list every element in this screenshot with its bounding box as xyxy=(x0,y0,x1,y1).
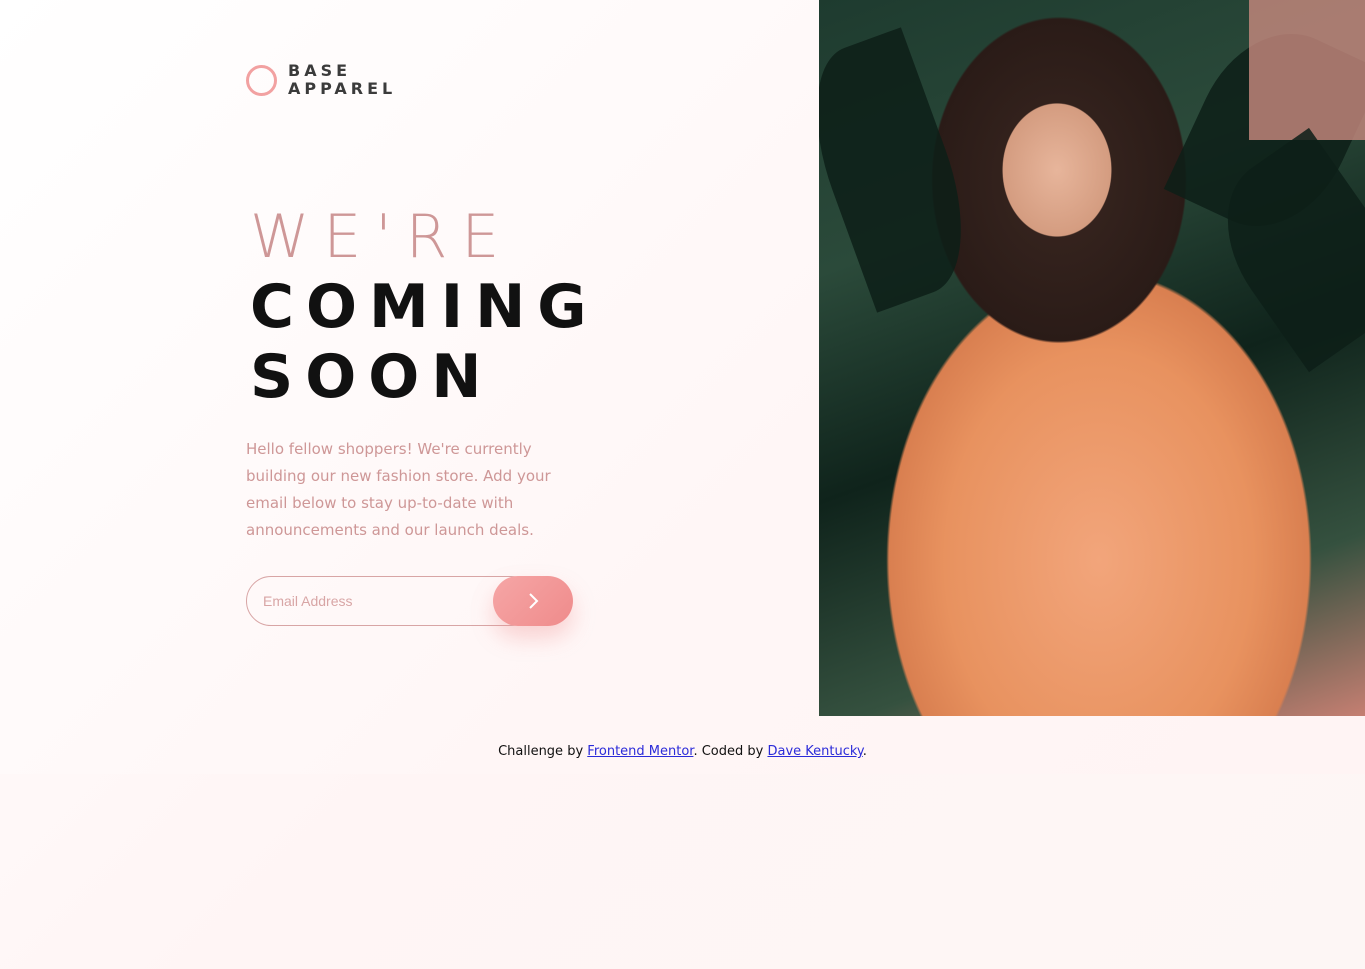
author-link[interactable]: Dave Kentucky xyxy=(767,744,862,759)
hero-image xyxy=(819,0,1365,716)
brand-name: BASE APPAREL xyxy=(288,62,396,98)
frontend-mentor-link[interactable]: Frontend Mentor xyxy=(587,744,693,759)
submit-button[interactable] xyxy=(493,576,573,626)
footer-suffix: . xyxy=(862,744,867,759)
brand-line-1: BASE xyxy=(288,61,352,80)
content-panel: BASE APPAREL WE'RE COMING SOON Hello fel… xyxy=(0,0,819,716)
email-signup-form xyxy=(246,576,573,626)
footer-prefix: Challenge by xyxy=(498,744,588,759)
brand-line-2: APPAREL xyxy=(288,79,397,98)
attribution-footer: Challenge by Frontend Mentor. Coded by D… xyxy=(0,744,1365,759)
headline-line-1: WE'RE xyxy=(250,202,514,272)
brand-logo[interactable]: BASE APPAREL xyxy=(246,62,396,98)
headline-line-2: COMING xyxy=(250,272,599,342)
headline: WE'RE COMING SOON xyxy=(250,202,599,412)
footer-middle: . Coded by xyxy=(693,744,768,759)
headline-line-3: SOON xyxy=(250,342,494,412)
chevron-right-icon xyxy=(529,593,539,609)
description-text: Hello fellow shoppers! We're currently b… xyxy=(246,440,551,539)
logo-ring-icon xyxy=(246,64,277,96)
